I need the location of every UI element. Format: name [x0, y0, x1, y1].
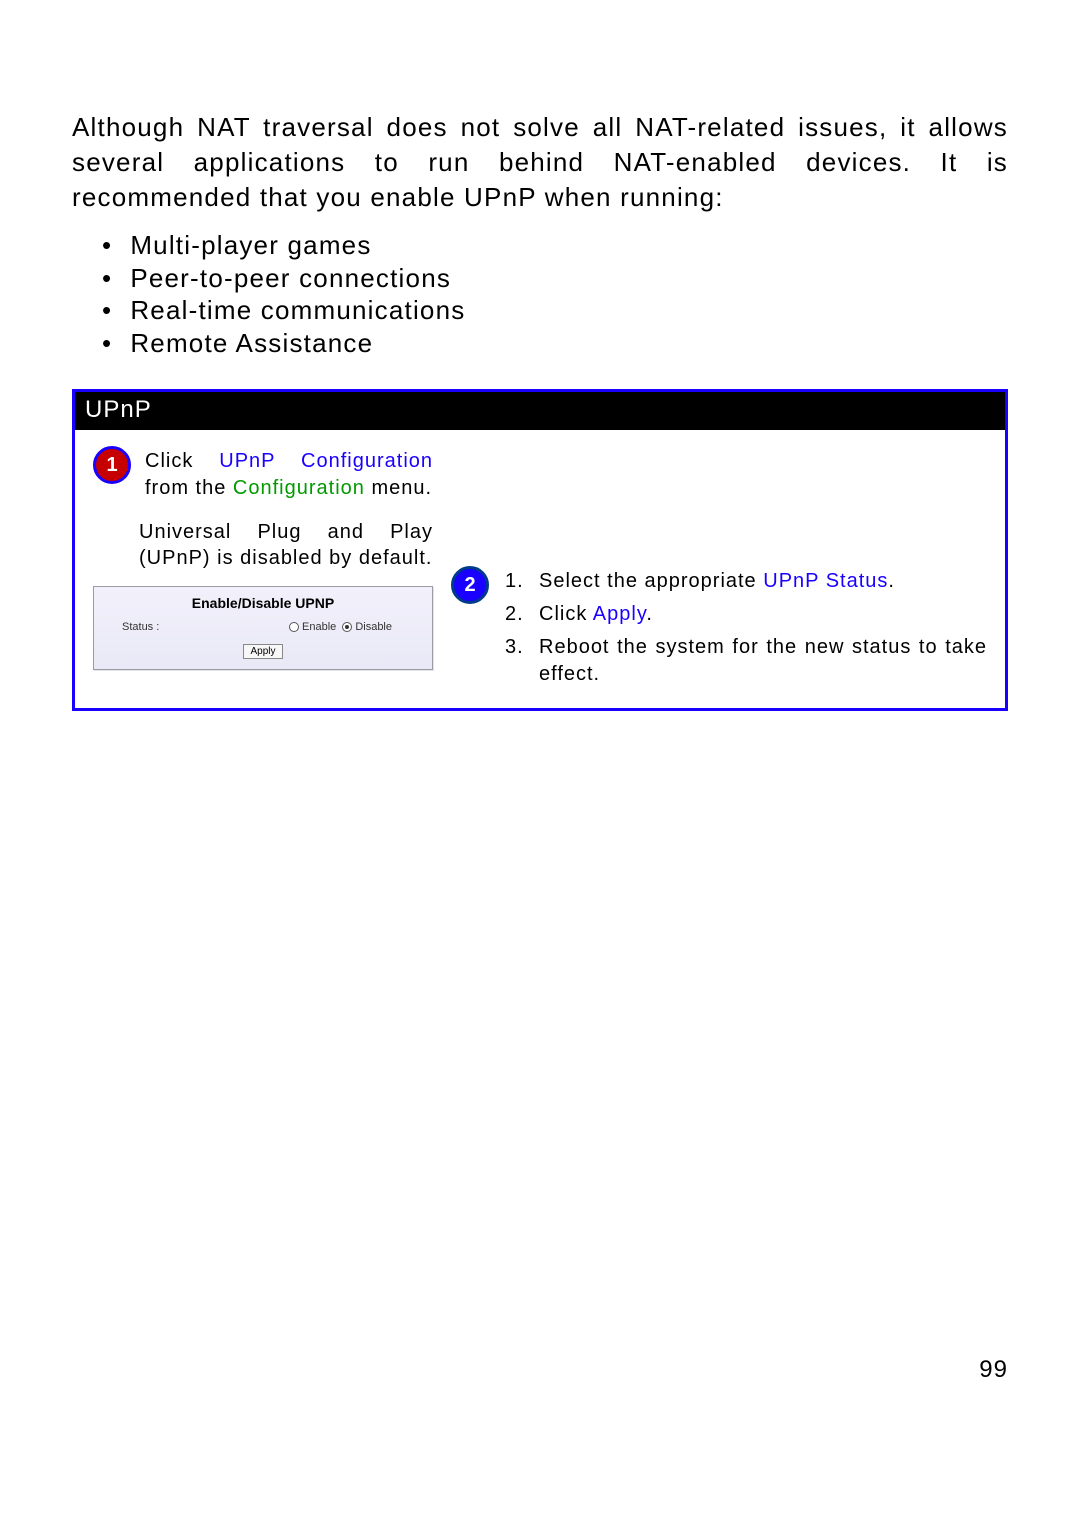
panel-right-column: 2 1. Select the appropriate UPnP Status.… [451, 448, 987, 702]
step-1-link: UPnP Configuration [219, 450, 433, 472]
li-pre: Select the appropriate [539, 570, 763, 592]
step-1-paragraph: Universal Plug and Play (UPnP) is disabl… [139, 519, 433, 572]
upnp-status-row: Status : Enable Disable [94, 621, 432, 641]
step-1-text: Click UPnP Configuration from the Config… [145, 448, 433, 501]
bullet-item: Real-time communications [102, 294, 1008, 327]
step-1-pre: Click [145, 450, 219, 472]
intro-paragraph: Although NAT traversal does not solve al… [72, 110, 1008, 215]
step-1-menu: Configuration [233, 477, 365, 499]
step-1-badge: 1 [93, 446, 131, 484]
li-link: UPnP Status [763, 570, 888, 592]
radio-icon [342, 622, 352, 632]
list-number: 1. [505, 568, 539, 595]
disable-radio[interactable]: Disable [342, 621, 392, 633]
status-label: Status : [122, 621, 159, 633]
li-post: . [888, 570, 895, 592]
panel-body: 1 Click UPnP Configuration from the Conf… [75, 430, 1005, 708]
step-1-row: 1 Click UPnP Configuration from the Conf… [93, 448, 433, 501]
step-1-mid: from the [145, 477, 233, 499]
enable-radio-label: Enable [302, 621, 336, 633]
step-2-item: 1. Select the appropriate UPnP Status. [505, 568, 987, 595]
list-text: Select the appropriate UPnP Status. [539, 568, 987, 595]
step-2-list: 1. Select the appropriate UPnP Status. 2… [505, 568, 987, 694]
panel-left-column: 1 Click UPnP Configuration from the Conf… [93, 448, 433, 702]
panel-title: UPnP [75, 392, 1005, 430]
li-pre: Click [539, 603, 593, 625]
upnp-widget-title: Enable/Disable UPNP [94, 587, 432, 621]
bullet-item: Remote Assistance [102, 327, 1008, 360]
li-link: Apply [593, 603, 647, 625]
page: Although NAT traversal does not solve al… [0, 0, 1080, 1533]
step-2-badge: 2 [451, 566, 489, 604]
list-text: Click Apply. [539, 601, 987, 628]
bullet-item: Peer-to-peer connections [102, 262, 1008, 295]
apply-button[interactable]: Apply [243, 644, 282, 659]
content-area: Although NAT traversal does not solve al… [72, 110, 1008, 359]
page-number: 99 [979, 1356, 1008, 1384]
li-post: . [646, 603, 653, 625]
enable-radio[interactable]: Enable [289, 621, 336, 633]
step-1-post: menu. [365, 477, 432, 499]
list-number: 3. [505, 634, 539, 688]
upnp-widget: Enable/Disable UPNP Status : Enable Disa… [93, 586, 433, 670]
bullet-item: Multi-player games [102, 229, 1008, 262]
list-number: 2. [505, 601, 539, 628]
li-pre: Reboot the system for the new status to … [539, 636, 987, 685]
step-2-item: 2. Click Apply. [505, 601, 987, 628]
list-text: Reboot the system for the new status to … [539, 634, 987, 688]
apply-row: Apply [94, 641, 432, 669]
radio-icon [289, 622, 299, 632]
bullet-list: Multi-player games Peer-to-peer connecti… [102, 229, 1008, 359]
instruction-panel: UPnP 1 Click UPnP Configuration from the… [72, 389, 1008, 711]
step-2-row: 2 1. Select the appropriate UPnP Status.… [451, 568, 987, 694]
step-2-item: 3. Reboot the system for the new status … [505, 634, 987, 688]
disable-radio-label: Disable [355, 621, 392, 633]
